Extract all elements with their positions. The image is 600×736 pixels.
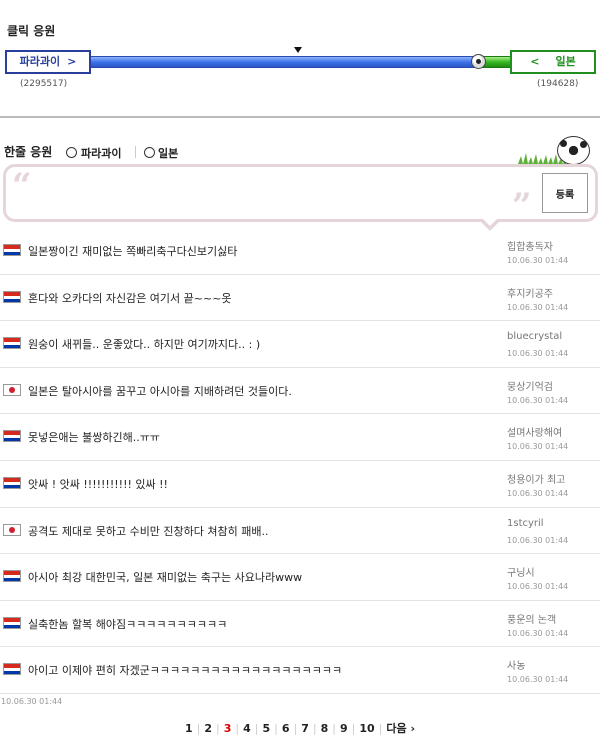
paraguay-flag-icon bbox=[3, 244, 21, 256]
comment-input[interactable] bbox=[40, 172, 506, 212]
page-link-10[interactable]: 10 bbox=[355, 722, 378, 735]
footer-date: 10.06.30 01:44 bbox=[1, 697, 63, 706]
vote-paraguay-button[interactable]: 파라과이 > bbox=[5, 50, 91, 74]
comment-text: 일본짱이긴 재미없는 쪽빠리축구다신보기싫타 bbox=[28, 245, 238, 258]
chevron-right-icon: > bbox=[67, 55, 77, 68]
pagination: 1 | 2 | 3 | 4 | 5 | 6 | 7 | 8 | 9 | 10 | 다음 › bbox=[0, 720, 600, 736]
comment-text: 아이고 이제야 편히 자겠군ㅋㅋㅋㅋㅋㅋㅋㅋㅋㅋㅋㅋㅋㅋㅋㅋㅋㅋㅋ bbox=[28, 664, 343, 678]
comment-text: 일본은 탈아시아를 꿈꾸고 아시아를 지배하려던 것들이다. bbox=[28, 384, 292, 398]
comment-date: 10.06.30 01:44 bbox=[507, 349, 569, 359]
comment-date: 10.06.30 01:44 bbox=[507, 628, 569, 638]
comment-row: 아시아 최강 대한민국, 일본 재미없는 축구는 사요나라www 구닝시 10.06… bbox=[0, 554, 600, 601]
page-link-4[interactable]: 4 bbox=[239, 722, 255, 735]
comment-row: 실축한놈 할복 해야짐ㅋㅋㅋㅋㅋㅋㅋㅋㅋㅋ 풍운의 논객 10.06.30 01:4… bbox=[0, 601, 600, 648]
radio-paraguay[interactable] bbox=[66, 147, 77, 158]
comment-row: 못넣은애는 불쌍하긴해..ㅠㅠ 설며사랑해여 10.06.30 01:44 bbox=[0, 414, 600, 461]
page-link-3[interactable]: 3 bbox=[220, 722, 236, 735]
comment-date: 10.06.30 01:44 bbox=[507, 302, 569, 312]
close-quote-icon: ” bbox=[512, 186, 532, 226]
comment-text: 아시아 최강 대한민국, 일본 재미없는 축구는 사요나라www bbox=[28, 571, 303, 585]
soccer-ball-icon bbox=[471, 54, 486, 69]
chevron-left-icon: < bbox=[530, 55, 540, 68]
comment-text: 앗싸 ! 앗싸 !!!!!!!!!!! 있싸 !! bbox=[28, 477, 168, 491]
speech-tail-inner bbox=[482, 218, 498, 226]
comment-author[interactable]: 풍운의 논객 bbox=[507, 611, 556, 626]
comment-row: 일본은 탈아시아를 꿈꾸고 아시아를 지배하려던 것들이다. 뭉상기억검 10.06… bbox=[0, 368, 600, 415]
paraguay-flag-icon bbox=[3, 476, 21, 489]
section-divider bbox=[0, 116, 600, 118]
comment-text: 혼다와 오카다의 자신감은 여기서 끝~~~옷 bbox=[28, 291, 232, 305]
comment-author[interactable]: 구닝시 bbox=[507, 564, 535, 579]
cheer-title: 한줄 응원 bbox=[4, 145, 53, 159]
comment-author[interactable]: 설며사랑해여 bbox=[507, 424, 562, 439]
japan-flag-icon bbox=[3, 523, 21, 536]
comment-row: 원숭이 새뀌들.. 운좋았다.. 하지만 여기까지다.. : ) bluecrys… bbox=[0, 321, 600, 368]
paraguay-flag-icon bbox=[3, 570, 21, 583]
paraguay-flag-icon bbox=[3, 430, 21, 443]
comment-text: 공격도 제대로 못하고 수비만 진창하다 쳐참히 패배.. bbox=[28, 524, 269, 538]
comment-date: 10.06.30 01:44 bbox=[507, 535, 569, 545]
paraguay-share-bar bbox=[91, 56, 477, 68]
vote-japan-button[interactable]: < 일본 bbox=[510, 50, 596, 74]
comment-text: 못넣은애는 불쌍하긴해..ㅠㅠ bbox=[28, 431, 160, 445]
comment-row: 공격도 제대로 못하고 수비만 진창하다 쳐참히 패배.. 1stcyril 10.… bbox=[0, 508, 600, 555]
japan-vote-count: (194628) bbox=[537, 79, 579, 89]
radio-japan-label[interactable]: 일본 bbox=[158, 145, 178, 161]
comment-author[interactable]: 뭉상기억검 bbox=[507, 378, 553, 393]
page-link-7[interactable]: 7 bbox=[297, 722, 313, 735]
option-separator bbox=[135, 146, 136, 158]
page-link-9[interactable]: 9 bbox=[336, 722, 352, 735]
submit-button[interactable]: 등록 bbox=[542, 173, 588, 213]
next-page-link[interactable]: 다음 › bbox=[382, 720, 419, 736]
page-link-2[interactable]: 2 bbox=[200, 722, 216, 735]
comment-text: 원숭이 새뀌들.. 운좋았다.. 하지만 여기까지다.. : ) bbox=[28, 338, 261, 352]
comment-list: 일본짱이긴 재미없는 쪽빠리축구다신보기싫타 힙합총독자 10.06.30 01:4… bbox=[0, 228, 600, 694]
comment-author[interactable]: 1stcyril bbox=[507, 518, 544, 529]
page-link-8[interactable]: 8 bbox=[317, 722, 333, 735]
comment-author[interactable]: bluecrystal bbox=[507, 331, 562, 342]
comment-date: 10.06.30 01:44 bbox=[507, 442, 569, 452]
comment-row: 혼다와 오카다의 자신감은 여기서 끝~~~옷 후지키공주 10.06.30 01:… bbox=[0, 275, 600, 322]
comment-date: 10.06.30 01:44 bbox=[507, 395, 569, 405]
right-team-label: 일본 bbox=[555, 55, 576, 68]
paraguay-flag-icon bbox=[3, 290, 21, 303]
comment-date: 10.06.30 01:44 bbox=[507, 256, 569, 265]
radio-paraguay-label[interactable]: 파라과이 bbox=[81, 145, 121, 161]
comment-date: 10.06.30 01:44 bbox=[507, 582, 569, 592]
comment-row: 아이고 이제야 편히 자겠군ㅋㅋㅋㅋㅋㅋㅋㅋㅋㅋㅋㅋㅋㅋㅋㅋㅋㅋㅋ 사농 10.06… bbox=[0, 647, 600, 694]
page-link-1[interactable]: 1 bbox=[181, 722, 197, 735]
vote-bar: 파라과이 > < 일본 bbox=[5, 50, 596, 74]
paraguay-vote-count: (2295517) bbox=[20, 79, 68, 89]
paraguay-flag-icon bbox=[3, 616, 21, 629]
comment-date: 10.06.30 01:44 bbox=[507, 488, 569, 498]
comment-text: 실축한놈 할복 해야짐ㅋㅋㅋㅋㅋㅋㅋㅋㅋㅋ bbox=[28, 617, 228, 631]
comment-author[interactable]: 사농 bbox=[507, 657, 525, 672]
page-link-6[interactable]: 6 bbox=[278, 722, 294, 735]
japan-flag-icon bbox=[3, 383, 21, 396]
comment-author[interactable]: 힙합총독자 bbox=[507, 238, 553, 253]
comment-row: 일본짱이긴 재미없는 쪽빠리축구다신보기싫타 힙합총독자 10.06.30 01:4… bbox=[0, 228, 600, 275]
comment-row: 앗싸 ! 앗싸 !!!!!!!!!!! 있싸 !! 청용이가 최고 10.06.30… bbox=[0, 461, 600, 508]
radio-japan[interactable] bbox=[144, 147, 155, 158]
soccer-ball-icon bbox=[557, 136, 590, 165]
open-quote-icon: “ bbox=[12, 166, 32, 206]
page-title: 클릭 응원 bbox=[7, 24, 56, 38]
left-team-label: 파라과이 bbox=[19, 55, 61, 68]
paraguay-flag-icon bbox=[3, 663, 21, 676]
comment-author[interactable]: 후지키공주 bbox=[507, 285, 553, 300]
comment-date: 10.06.30 01:44 bbox=[507, 675, 569, 685]
page-link-5[interactable]: 5 bbox=[258, 722, 274, 735]
comment-author[interactable]: 청용이가 최고 bbox=[507, 471, 565, 486]
paraguay-flag-icon bbox=[3, 337, 21, 350]
